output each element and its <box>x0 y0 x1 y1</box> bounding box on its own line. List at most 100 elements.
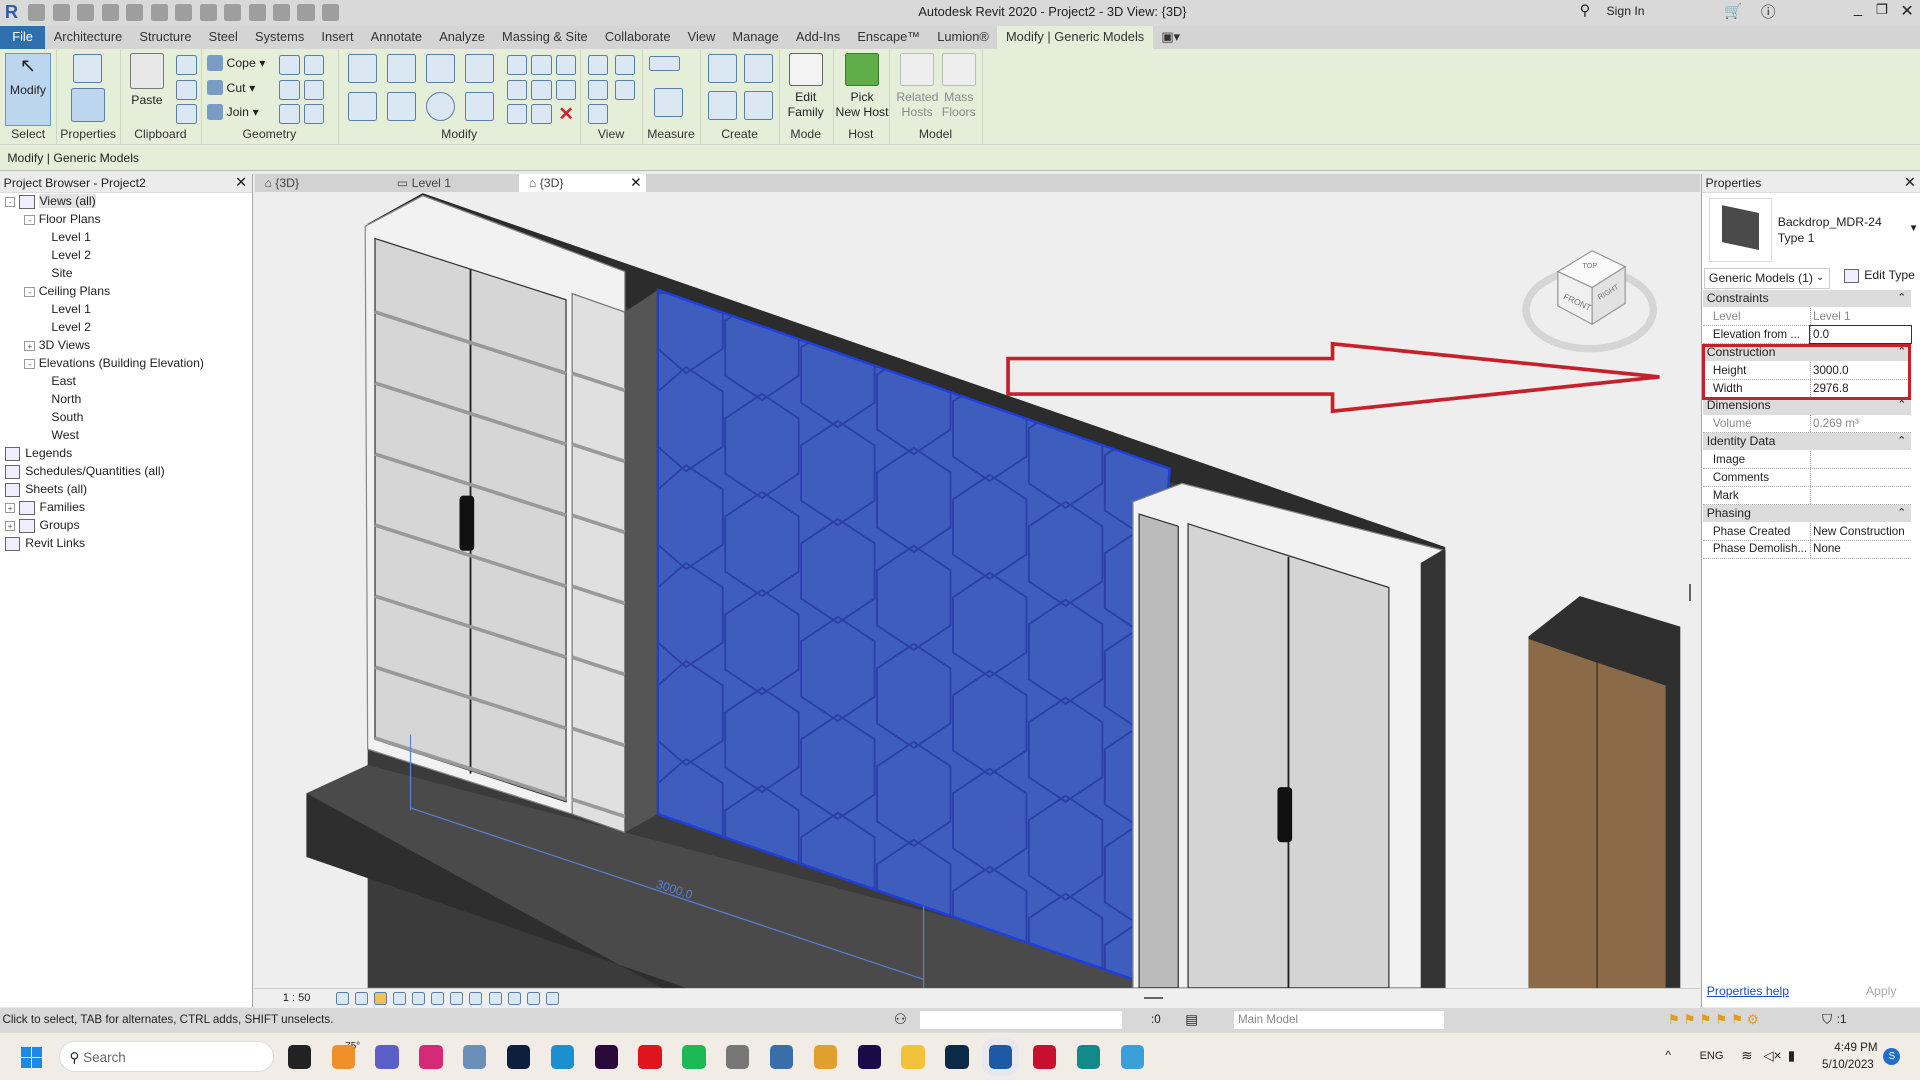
notification-avatar[interactable]: S <box>1883 1047 1901 1066</box>
hide-in-view-icon[interactable] <box>587 55 609 76</box>
save-icon[interactable] <box>52 3 70 21</box>
viewcube[interactable]: TOP FRONT RIGHT <box>1522 250 1657 353</box>
chevron-up-icon[interactable]: ^ <box>1665 1048 1671 1062</box>
revit-icon[interactable] <box>982 1038 1020 1076</box>
weather-icon[interactable] <box>331 1045 355 1069</box>
property-value[interactable] <box>1809 486 1911 504</box>
browser-item[interactable]: North <box>51 391 81 408</box>
pin-icon[interactable] <box>555 79 577 100</box>
tab-massing-site[interactable]: Massing & Site <box>493 26 596 49</box>
ribbon-options-icon[interactable]: ▣▾ <box>1153 26 1189 49</box>
browser-item[interactable]: West <box>51 427 79 444</box>
close-button[interactable]: ✕ <box>1900 1 1913 21</box>
property-value[interactable]: New Construction <box>1809 522 1911 540</box>
binoculars-icon[interactable]: ⚲ <box>1580 2 1591 19</box>
tab-structure[interactable]: Structure <box>131 26 200 49</box>
horizontal-scrollbar[interactable] <box>1143 996 1164 999</box>
expand-icon[interactable]: + <box>24 340 36 352</box>
temp-view-props-icon[interactable] <box>526 991 540 1005</box>
property-value[interactable] <box>1809 451 1911 469</box>
undo-icon[interactable] <box>101 3 119 21</box>
restore-button[interactable]: ❐ <box>1876 2 1888 18</box>
edit-family-button[interactable]: Edit Family <box>784 52 828 120</box>
create-similar-icon[interactable] <box>744 90 774 120</box>
property-value[interactable]: Level 1 <box>1809 308 1911 326</box>
tab-modify-generic-models[interactable]: Modify | Generic Models <box>997 25 1153 49</box>
chart-app-icon[interactable] <box>463 1045 487 1069</box>
temp-hide-icon[interactable] <box>488 991 502 1005</box>
shadows-icon[interactable] <box>392 991 406 1005</box>
modify-button[interactable]: ↖ Modify <box>4 52 51 126</box>
collapse-icon[interactable]: - <box>24 286 36 298</box>
collapse-icon[interactable]: - <box>24 358 36 370</box>
tab-manage[interactable]: Manage <box>724 26 788 49</box>
render-icon[interactable] <box>412 991 426 1005</box>
browser-item[interactable]: Sheets (all) <box>4 481 87 498</box>
browser-item[interactable]: Level 1 <box>51 229 90 246</box>
3d-view-icon[interactable] <box>248 3 266 21</box>
close-icon[interactable]: ✕ <box>235 174 247 192</box>
view-tab[interactable]: ▭ Level 1 <box>387 174 519 192</box>
unpin-icon[interactable] <box>555 55 577 76</box>
cut-icon[interactable] <box>176 55 197 76</box>
browser-item[interactable]: Site <box>51 265 72 282</box>
section-constraints[interactable]: Constraints ⌃ <box>1703 290 1912 308</box>
volume-icon[interactable]: ◁× <box>1763 1048 1781 1064</box>
aligned-dimension-icon[interactable] <box>653 88 683 118</box>
minimize-button[interactable]: _ <box>1854 1 1862 17</box>
select-dropdown[interactable]: Select <box>0 127 56 141</box>
tab-systems[interactable]: Systems <box>246 26 312 49</box>
browser-item[interactable]: Level 2 <box>51 247 90 264</box>
filter-lines-icon[interactable] <box>614 79 636 100</box>
override-graphics-icon[interactable] <box>614 55 636 76</box>
tab-analyze[interactable]: Analyze <box>431 26 494 49</box>
edge-icon[interactable] <box>550 1045 575 1069</box>
join-button[interactable]: Join ▾ <box>206 104 259 120</box>
browser-item[interactable]: Level 2 <box>51 319 90 336</box>
tab-collaborate[interactable]: Collaborate <box>596 26 679 49</box>
view-tab[interactable]: ⌂ {3D} ✕ <box>519 173 647 193</box>
array-icon[interactable] <box>506 79 528 100</box>
analytical-icon[interactable] <box>545 991 559 1005</box>
delete-icon[interactable]: ✕ <box>558 103 573 125</box>
selection-settings-icons[interactable]: ⚑ ⚑ ⚑ ⚑ ⚑ ⚙ <box>1668 1008 1759 1032</box>
cope-button[interactable]: Cope ▾ <box>206 55 266 71</box>
tab-view[interactable]: View <box>679 26 724 49</box>
cut-geometry-button[interactable]: Cut ▾ <box>206 79 255 96</box>
show-crop-icon[interactable] <box>450 991 464 1005</box>
browser-item[interactable]: + Groups <box>4 517 80 534</box>
spotify-icon[interactable] <box>682 1045 706 1069</box>
type-selector[interactable]: Backdrop_MDR-24 Type 1 ▼ <box>1707 196 1918 263</box>
property-value[interactable]: 0.269 m³ <box>1809 415 1911 433</box>
create-parts-icon[interactable] <box>744 53 774 83</box>
browser-item[interactable]: South <box>51 409 83 426</box>
teams-icon[interactable] <box>375 1045 399 1069</box>
tab-lumion[interactable]: Lumion® <box>929 26 998 49</box>
demolish-icon[interactable] <box>279 104 300 125</box>
tab-architecture[interactable]: Architecture <box>45 26 131 49</box>
globe-app-icon[interactable] <box>1120 1045 1144 1069</box>
sync-icon[interactable] <box>77 3 95 21</box>
filter-icon[interactable]: ⛉ <box>1822 1008 1832 1032</box>
browser-item[interactable]: - Views (all) <box>4 193 96 210</box>
thin-lines-icon[interactable] <box>273 3 291 21</box>
visual-style-icon[interactable] <box>354 991 368 1005</box>
3d-viewport[interactable]: 3000.0 TOP FRONT RIGHT <box>254 192 1700 989</box>
linework-icon[interactable] <box>587 79 609 100</box>
3ds-max-icon[interactable] <box>1076 1045 1101 1069</box>
worksets-icon[interactable]: ⚇ <box>894 1008 907 1032</box>
browser-item[interactable]: - Elevations (Building Elevation) <box>24 355 204 372</box>
hammer-icon[interactable] <box>303 104 325 125</box>
trim-extend-icon[interactable] <box>465 91 495 121</box>
detail-level-icon[interactable] <box>335 991 349 1005</box>
instance-filter-dropdown[interactable]: Generic Models (1) ⌄ <box>1704 268 1830 289</box>
pick-new-host-button[interactable]: Pick New Host <box>835 52 889 120</box>
properties-help-link[interactable]: Properties help <box>1707 984 1789 998</box>
collapse-icon[interactable]: ⌃ <box>1897 505 1906 522</box>
expand-icon[interactable]: + <box>4 520 16 532</box>
tab-steel[interactable]: Steel <box>200 26 246 49</box>
collapse-icon[interactable]: ⌃ <box>1897 433 1906 450</box>
after-effects-icon[interactable] <box>857 1045 881 1069</box>
sign-in-button[interactable]: Sign In <box>1607 4 1645 18</box>
copy-element-icon[interactable] <box>386 91 416 121</box>
